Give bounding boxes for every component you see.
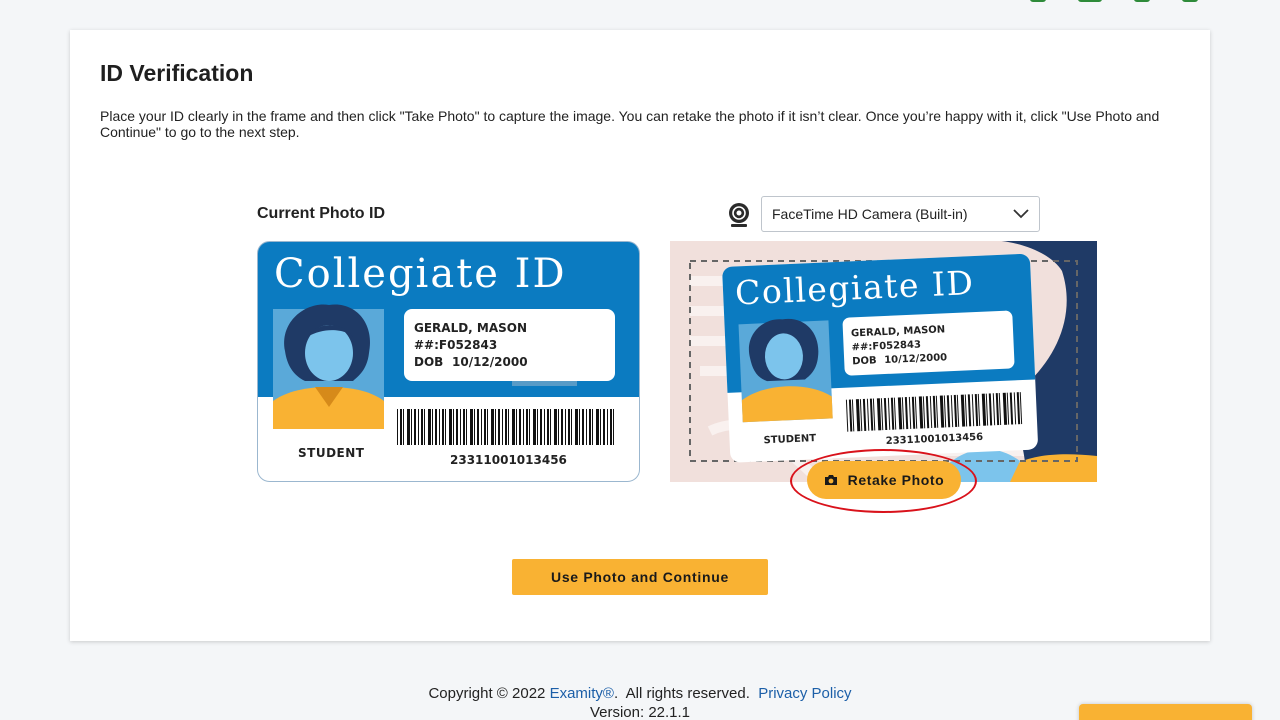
- webcam-icon: [729, 203, 749, 227]
- examity-link[interactable]: Examity®: [550, 685, 614, 702]
- rights-text: . All rights reserved.: [613, 685, 759, 702]
- help-chat-button[interactable]: [1079, 704, 1252, 720]
- camera-select[interactable]: FaceTime HD Camera (Built-in): [761, 196, 1040, 232]
- retake-photo-button[interactable]: Retake Photo: [807, 461, 961, 499]
- use-photo-continue-button[interactable]: Use Photo and Continue: [512, 559, 768, 595]
- toolbar-icon[interactable]: [1030, 0, 1046, 2]
- chevron-down-icon: [1013, 209, 1029, 219]
- captured-photo-preview: Collegiate ID GERALD, MASON ##:F052843 D…: [670, 241, 1097, 482]
- top-toolbar-icons: [1030, 0, 1198, 2]
- id-barcode-number: 23311001013456: [450, 453, 567, 467]
- preview-id-dob-label: DOB: [852, 355, 877, 367]
- camera-icon: [824, 475, 837, 485]
- copyright-text: Copyright © 2022: [428, 685, 550, 702]
- id-card-title: Collegiate ID: [274, 251, 567, 297]
- toolbar-icon[interactable]: [1134, 0, 1150, 2]
- camera-select-value: FaceTime HD Camera (Built-in): [772, 206, 968, 222]
- privacy-policy-link[interactable]: Privacy Policy: [758, 685, 851, 702]
- retake-photo-label: Retake Photo: [847, 472, 945, 488]
- id-number: ##:F052843: [414, 338, 497, 352]
- toolbar-icon[interactable]: [1182, 0, 1198, 2]
- id-dob-label: DOB: [414, 355, 443, 369]
- copyright-line: Copyright © 2022 Examity®. All rights re…: [0, 684, 1280, 703]
- page-title: ID Verification: [100, 60, 254, 86]
- id-name: GERALD, MASON: [414, 321, 527, 335]
- verification-card: ID Verification Place your ID clearly in…: [70, 30, 1210, 641]
- id-dob: 10/12/2000: [452, 355, 528, 369]
- instructions-text: Place your ID clearly in the frame and t…: [100, 108, 1160, 140]
- current-id-card: Collegiate ID GERALD, MASON ##:F052843 D…: [257, 241, 640, 482]
- preview-id-role: STUDENT: [763, 433, 816, 446]
- current-photo-id-label: Current Photo ID: [257, 205, 385, 222]
- id-role: STUDENT: [298, 446, 365, 460]
- toolbar-icon[interactable]: [1078, 0, 1102, 2]
